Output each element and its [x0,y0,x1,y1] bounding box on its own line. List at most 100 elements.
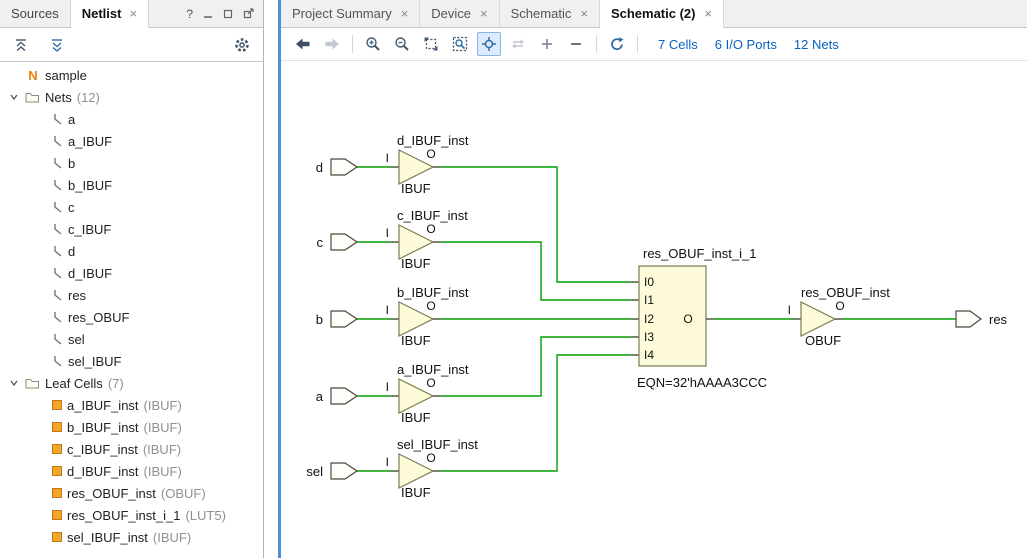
close-icon[interactable]: × [401,6,409,21]
tree-item-net[interactable]: c_IBUF [0,218,263,240]
back-icon[interactable] [291,32,315,56]
close-icon[interactable]: × [480,6,488,21]
cells-count-link[interactable]: 7 Cells [658,37,698,52]
ibuf-cell-a[interactable]: a I O a_IBUF_inst IBUF [316,362,469,425]
net-a-ibuf[interactable] [441,337,631,396]
expand-selection-icon[interactable] [506,32,530,56]
regenerate-icon[interactable] [605,32,629,56]
cell-type: (IBUF) [153,530,191,545]
input-port-shape[interactable] [331,388,357,404]
close-icon[interactable]: × [580,6,588,21]
cell-type-label: IBUF [401,485,431,500]
tree-item-net[interactable]: res_OBUF [0,306,263,328]
io-ports-count-link[interactable]: 6 I/O Ports [715,37,777,52]
tree-item-cell[interactable]: res_OBUF_inst_i_1(LUT5) [0,504,263,526]
input-port-shape[interactable] [331,234,357,250]
tree-item-net[interactable]: a_IBUF [0,130,263,152]
tree-item-net[interactable]: res [0,284,263,306]
chevron-down-icon[interactable] [8,378,20,388]
net-sel-ibuf[interactable] [441,355,631,471]
schematic-svg[interactable]: d I O d_IBUF_inst IBUF c I [281,61,1027,558]
tab-label: Schematic (2) [611,6,696,21]
tree-item-cell[interactable]: c_IBUF_inst (IBUF) [0,438,263,460]
tree-group-leaf-cells[interactable]: Leaf Cells (7) [0,372,263,394]
tree-item-cell[interactable]: a_IBUF_inst(IBUF) [0,394,263,416]
net-label: a [68,112,75,127]
tab-schematic[interactable]: Schematic × [500,0,600,27]
lut5-cell[interactable]: I0 I1 I2 I3 I4 O res_OBUF_inst_i_1 EQN=3… [631,246,767,390]
instance-label: a_IBUF_inst [397,362,469,377]
input-port-shape[interactable] [331,463,357,479]
net-c-ibuf[interactable] [441,242,631,300]
schematic-canvas[interactable]: d I O d_IBUF_inst IBUF c I [281,61,1027,558]
folder-icon [25,377,40,389]
obuf-cell[interactable]: I O res_OBUF_inst OBUF [788,285,891,348]
tree-item-cell[interactable]: d_IBUF_inst(IBUF) [0,460,263,482]
tree-item-cell[interactable]: sel_IBUF_inst(IBUF) [0,526,263,548]
collapse-all-icon[interactable] [9,33,33,57]
tab-project-summary[interactable]: Project Summary × [281,0,420,27]
chevron-down-icon[interactable] [8,92,20,102]
leaf-cell-icon [52,532,62,542]
output-port-res[interactable]: res [956,311,1008,327]
pin-label-o: O [683,312,692,326]
zoom-out-icon[interactable] [390,32,414,56]
output-port-shape[interactable] [956,311,981,327]
tree-item-net[interactable]: b [0,152,263,174]
tree-item-cell[interactable]: res_OBUF_inst(OBUF) [0,482,263,504]
minimize-icon[interactable] [203,9,213,19]
tree-group-nets[interactable]: Nets (12) [0,86,263,108]
cell-type: (IBUF) [143,442,181,457]
autofit-selection-icon[interactable] [477,32,501,56]
net-d-ibuf[interactable] [441,167,631,282]
pin-label-i1: I1 [644,293,654,307]
net-icon [52,333,63,345]
tree-root-sample[interactable]: N sample [0,64,263,86]
cell-label: c_IBUF_inst [67,442,138,457]
zoom-fit-icon[interactable] [419,32,443,56]
ibuf-cell-b[interactable]: b I O b_IBUF_inst IBUF [316,285,469,348]
tree-item-cell[interactable]: b_IBUF_inst(IBUF) [0,416,263,438]
ibuf-cell-sel[interactable]: sel I O sel_IBUF_inst IBUF [306,437,478,500]
tab-sources[interactable]: Sources [0,0,71,27]
help-icon[interactable]: ? [186,7,193,21]
tree-item-net[interactable]: sel [0,328,263,350]
net-icon [52,113,63,125]
tree-item-net[interactable]: d_IBUF [0,262,263,284]
tree-item-net[interactable]: d [0,240,263,262]
add-icon[interactable] [535,32,559,56]
close-icon[interactable]: × [704,6,712,21]
tab-device[interactable]: Device × [420,0,499,27]
zoom-in-icon[interactable] [361,32,385,56]
forward-icon[interactable] [320,32,344,56]
tab-netlist[interactable]: Netlist × [71,0,149,28]
float-icon[interactable] [223,9,233,19]
pin-label-i: I [386,455,389,469]
cell-type: (IBUF) [144,420,182,435]
tree-item-net[interactable]: b_IBUF [0,174,263,196]
net-icon [52,267,63,279]
cell-label: res_OBUF_inst_i_1 [67,508,180,523]
input-port-shape[interactable] [331,311,357,327]
tree-item-net[interactable]: a [0,108,263,130]
close-icon[interactable]: × [129,6,137,21]
tree-item-net[interactable]: c [0,196,263,218]
port-label: c [317,235,324,250]
input-port-shape[interactable] [331,159,357,175]
pin-label-o: O [426,376,435,390]
settings-gear-icon[interactable] [230,33,254,57]
port-label: b [316,312,323,327]
nets-count-link[interactable]: 12 Nets [794,37,839,52]
pin-label-i: I [386,151,389,165]
port-label: res [989,312,1008,327]
maximize-icon[interactable] [243,8,254,19]
remove-icon[interactable] [564,32,588,56]
document-tabbar: Project Summary × Device × Schematic × S… [281,0,1027,28]
ibuf-cell-d[interactable]: d I O d_IBUF_inst IBUF [316,133,469,196]
tab-schematic-2[interactable]: Schematic (2) × [600,0,724,28]
zoom-to-selection-icon[interactable] [448,32,472,56]
buffer-shape[interactable] [801,302,835,336]
tree-item-net[interactable]: sel_IBUF [0,350,263,372]
expand-all-icon[interactable] [45,33,69,57]
ibuf-cell-c[interactable]: c I O c_IBUF_inst IBUF [317,208,469,271]
